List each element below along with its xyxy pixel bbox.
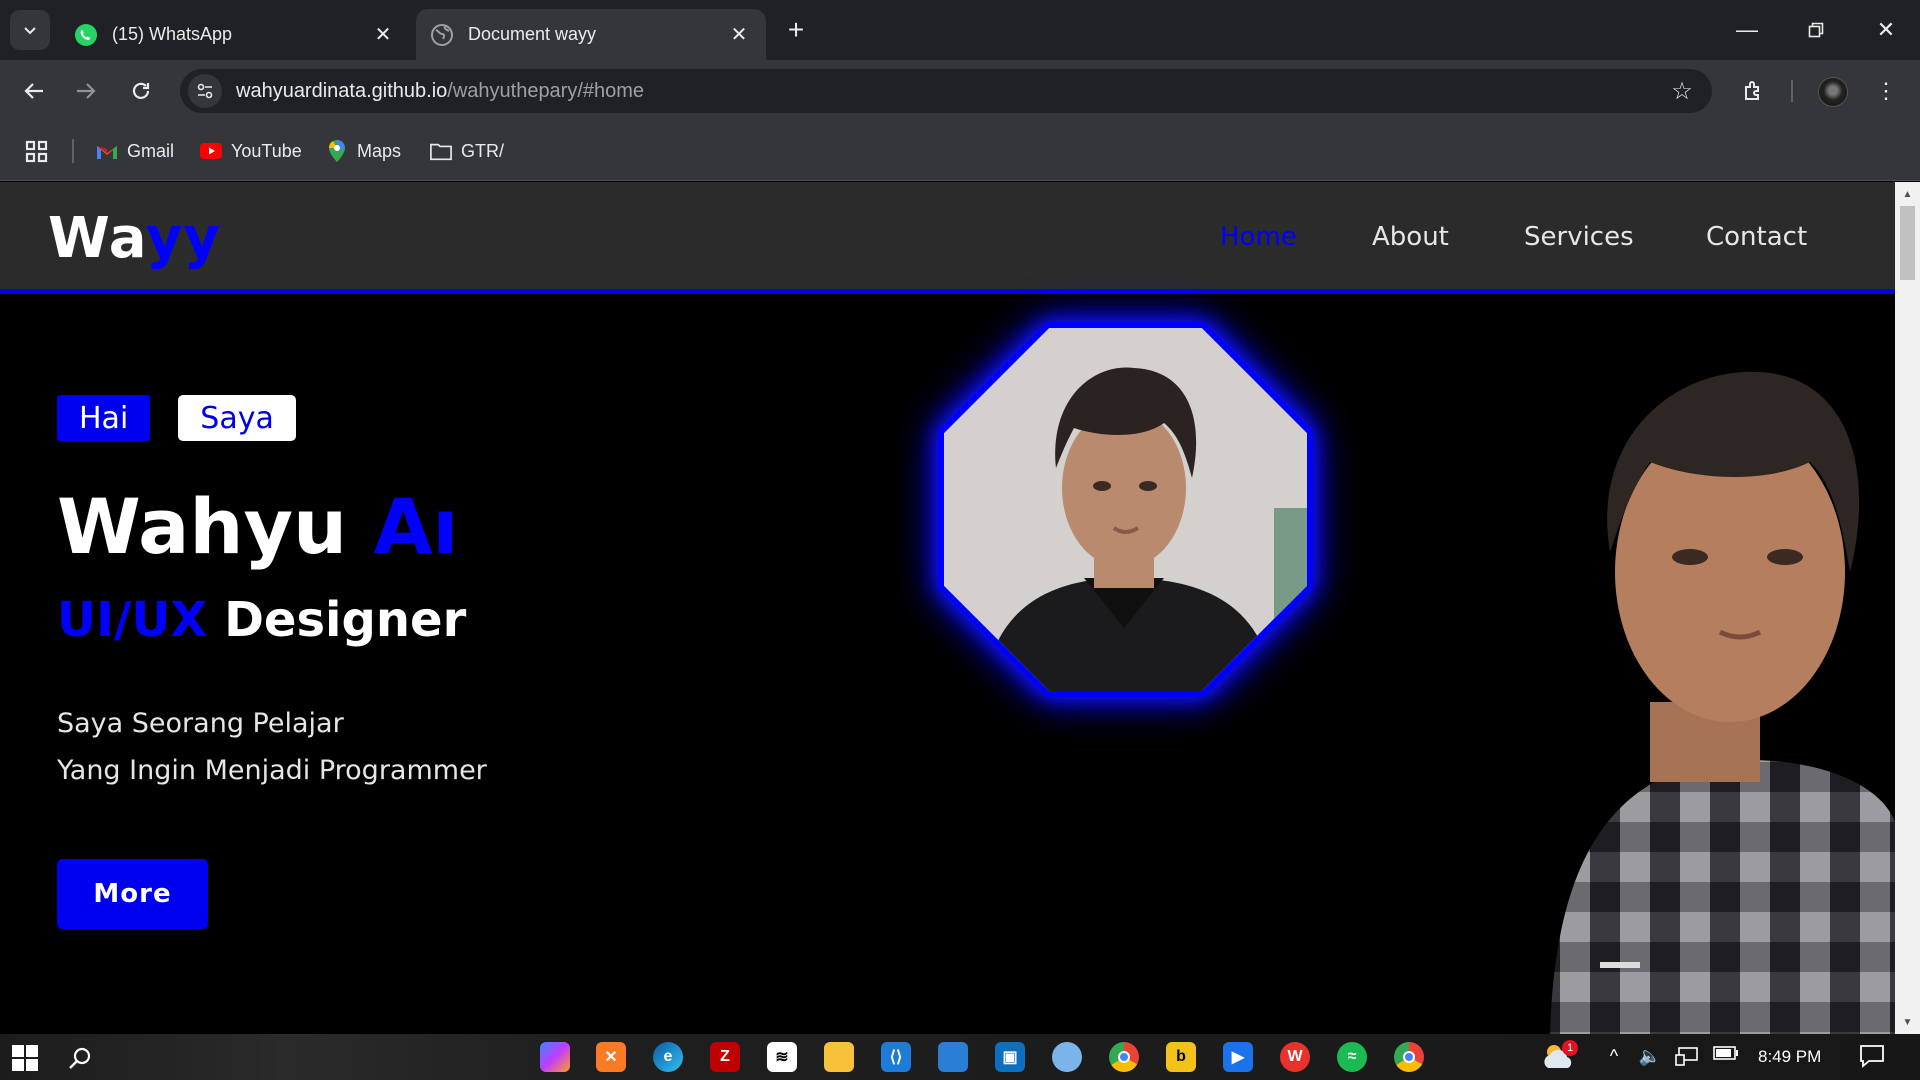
apps-grid-icon[interactable] <box>24 139 50 165</box>
bookmark-label: YouTube <box>231 140 302 161</box>
globe-icon <box>430 23 454 47</box>
more-menu-icon[interactable]: ⋮ <box>1868 73 1904 109</box>
hero-name-main: Wahyu <box>57 482 374 571</box>
hero-name: Wahyu Ar <box>57 482 452 571</box>
profile-avatar[interactable] <box>1818 77 1848 107</box>
vscode-icon[interactable]: ⟨⟩ <box>881 1042 911 1072</box>
bookmark-label: Maps <box>357 140 402 161</box>
chevron-down-icon <box>24 27 36 35</box>
maps-icon <box>326 140 348 162</box>
xampp-icon[interactable]: ✕ <box>596 1042 626 1072</box>
youtube-icon <box>200 142 222 160</box>
restore-icon[interactable] <box>1793 10 1839 50</box>
nav-about[interactable]: About <box>1372 222 1449 252</box>
bookmark-youtube[interactable]: YouTube <box>200 137 302 165</box>
hero-role-accent: UI/UX <box>57 592 208 648</box>
bookmark-maps[interactable]: Maps <box>326 137 401 165</box>
folder-icon <box>430 142 452 160</box>
scroll-thumb[interactable] <box>1900 206 1915 280</box>
scroll-up-icon[interactable]: ▲ <box>1900 186 1915 202</box>
forward-arrow-icon[interactable] <box>68 73 104 109</box>
browser-toolbar: wahyuardinata.github.io/wahyuthepary/#ho… <box>0 60 1920 121</box>
filezilla-icon[interactable]: Z <box>710 1042 740 1072</box>
network-icon[interactable] <box>1674 1046 1700 1066</box>
paint-icon[interactable] <box>1052 1042 1082 1072</box>
scroll-down-icon[interactable]: ▼ <box>1900 1014 1915 1030</box>
profile-octagon-frame <box>938 322 1313 697</box>
url-path: /wahyuthepary/#home <box>447 79 645 102</box>
tag-saya: Saya <box>178 395 296 441</box>
hero-role-main: Designer <box>207 592 467 648</box>
windows-start-icon[interactable] <box>12 1045 38 1071</box>
bookmark-label: Gmail <box>127 140 175 161</box>
tab-document-wayy[interactable]: Document wayy ✕ <box>416 9 766 60</box>
intro-line-2: Yang Ingin Menjadi Programmer <box>57 755 487 786</box>
edge-icon[interactable]: e <box>653 1042 683 1072</box>
logo-main: Wa <box>48 206 146 271</box>
photos-icon[interactable] <box>938 1042 968 1072</box>
minimize-icon[interactable]: — <box>1724 10 1770 50</box>
address-url[interactable]: wahyuardinata.github.io/wahyuthepary/#ho… <box>236 80 644 103</box>
site-header: Wayy Home About Services Contact <box>0 182 1895 294</box>
volume-icon[interactable]: 🔈 <box>1638 1046 1662 1067</box>
profile-photo <box>944 328 1307 691</box>
hero-name-accent: Ar <box>373 482 452 571</box>
back-arrow-icon[interactable] <box>16 73 52 109</box>
windows-taskbar: ✕ e Z ≋ ⟨⟩ ▣ b ▶ W ≈ 1 ^ 🔈 8:49 PM <box>0 1034 1920 1080</box>
tab-search-button[interactable] <box>10 10 50 50</box>
capcut-icon[interactable]: ≋ <box>767 1042 797 1072</box>
tab-title: (15) WhatsApp <box>112 24 233 44</box>
search-icon[interactable] <box>66 1044 94 1072</box>
bookmark-gmail[interactable]: Gmail <box>96 137 174 165</box>
browser-tab-bar: (15) WhatsApp ✕ Document wayy ✕ + — ✕ <box>0 0 1920 60</box>
bookmark-label: GTR/ <box>461 140 504 161</box>
site-info-icon[interactable] <box>188 74 222 108</box>
extensions-icon[interactable] <box>1736 73 1772 109</box>
reload-icon[interactable] <box>123 73 159 109</box>
battery-icon[interactable] <box>1712 1046 1740 1060</box>
chrome-icon[interactable] <box>1109 1042 1139 1072</box>
greeting-tags: Hai Saya <box>57 395 296 441</box>
address-bar[interactable]: wahyuardinata.github.io/wahyuthepary/#ho… <box>180 69 1712 113</box>
hero-side-photo <box>1530 342 1895 1034</box>
close-tab-icon[interactable]: ✕ <box>726 22 752 48</box>
chevron-up-icon[interactable]: ^ <box>1604 1046 1624 1067</box>
url-host: wahyuardinata.github.io <box>236 79 448 102</box>
spotify-icon[interactable]: ≈ <box>1337 1042 1367 1072</box>
tab-whatsapp[interactable]: (15) WhatsApp ✕ <box>60 9 410 60</box>
notifications-icon[interactable] <box>1858 1044 1886 1068</box>
store-icon[interactable]: ▣ <box>995 1042 1025 1072</box>
close-tab-icon[interactable]: ✕ <box>370 22 396 48</box>
intro-line-1: Saya Seorang Pelajar <box>57 708 344 739</box>
bandicam-icon[interactable]: b <box>1166 1042 1196 1072</box>
nav-home[interactable]: Home <box>1220 222 1297 252</box>
taskbar-clock[interactable]: 8:49 PM <box>1758 1047 1821 1067</box>
close-window-icon[interactable]: ✕ <box>1863 10 1909 50</box>
toolbar-divider <box>1791 80 1793 102</box>
media-player-icon[interactable]: ▶ <box>1223 1042 1253 1072</box>
site-logo[interactable]: Wayy <box>48 206 221 271</box>
nav-services[interactable]: Services <box>1524 222 1634 252</box>
whatsapp-icon <box>74 23 98 47</box>
more-button[interactable]: More <box>57 859 208 929</box>
page-scrollbar[interactable]: ▲ ▼ <box>1895 182 1920 1034</box>
tab-title: Document wayy <box>468 24 597 44</box>
tag-hai: Hai <box>57 395 151 441</box>
web-page: Wayy Home About Services Contact Hai Say… <box>0 182 1895 1034</box>
file-explorer-icon[interactable] <box>824 1042 854 1072</box>
chrome-profile-icon[interactable] <box>1384 1034 1434 1080</box>
copilot-icon[interactable] <box>540 1042 570 1072</box>
wps-icon[interactable]: W <box>1280 1042 1310 1072</box>
bookmark-star-icon[interactable]: ☆ <box>1666 75 1698 107</box>
bookmarks-divider <box>72 139 74 163</box>
bookmarks-bar: Gmail YouTube Maps GTR/ <box>0 121 1920 181</box>
hero-role: UI/UX Designer <box>57 592 466 648</box>
gmail-icon <box>96 142 118 160</box>
logo-accent: yy <box>145 206 221 271</box>
nav-contact[interactable]: Contact <box>1706 222 1807 252</box>
bookmark-folder-gtr[interactable]: GTR/ <box>430 137 504 165</box>
weather-badge: 1 <box>1562 1040 1578 1056</box>
new-tab-button[interactable]: + <box>780 14 812 46</box>
